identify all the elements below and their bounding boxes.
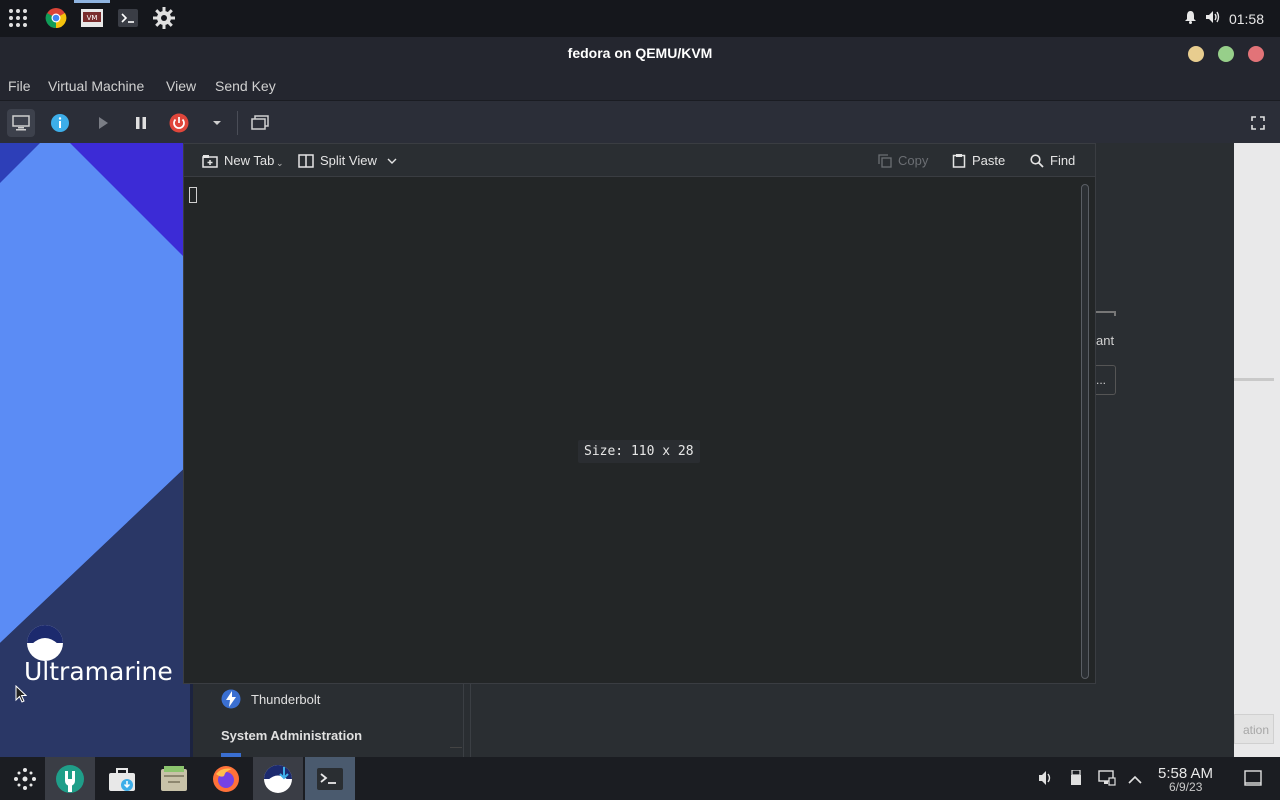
- minimize-button[interactable]: [1188, 46, 1204, 62]
- firefox-icon: [213, 765, 239, 792]
- sidebar-border-2: [470, 673, 471, 757]
- brand-wordmark: Ultramarine: [24, 657, 173, 686]
- konsole-window[interactable]: New Tab ⌄ Split View Copy Paste Find Siz…: [183, 143, 1096, 684]
- toolbar-separator: [237, 111, 238, 135]
- system-settings-icon: [56, 764, 84, 793]
- thunderbolt-icon: [221, 689, 241, 714]
- guest-taskbar: 5:58 AM 6/9/23: [0, 757, 1280, 800]
- pause-button[interactable]: [127, 109, 155, 137]
- maximize-button[interactable]: [1218, 46, 1234, 62]
- app-grid-icon[interactable]: [6, 6, 30, 30]
- settings-window-edge: [1234, 143, 1280, 757]
- snapshots-button[interactable]: [246, 109, 274, 137]
- window-title: fedora on QEMU/KVM: [567, 45, 713, 61]
- menu-send-key[interactable]: Send Key: [215, 78, 276, 94]
- find-label: Find: [1050, 153, 1076, 168]
- new-tab-icon: [202, 154, 218, 168]
- new-tab-button[interactable]: New Tab: [202, 153, 274, 168]
- terminal-cursor: [189, 187, 197, 203]
- vm-menubar: File Virtual Machine View Send Key: [0, 71, 1280, 100]
- menu-virtual-machine[interactable]: Virtual Machine: [48, 78, 144, 94]
- paste-icon: [952, 154, 966, 168]
- svg-text:VM: VM: [87, 14, 98, 22]
- app-launcher-icon[interactable]: [0, 757, 50, 800]
- copy-label: Copy: [898, 153, 929, 168]
- firefox-app[interactable]: [201, 757, 251, 800]
- terminal-icon[interactable]: [116, 6, 140, 30]
- guest-display[interactable]: Ultramarine ant ... ation Thunderbolt Sy…: [0, 143, 1280, 800]
- volume-icon[interactable]: [1205, 10, 1221, 27]
- new-tab-label: New Tab: [224, 153, 275, 168]
- new-tab-dropdown-icon[interactable]: ⌄: [276, 158, 284, 169]
- active-app-indicator: [74, 0, 110, 3]
- installer-icon: [264, 764, 292, 793]
- split-view-button[interactable]: Split View: [298, 153, 397, 168]
- copy-icon: [878, 153, 892, 168]
- device-notifier-icon[interactable]: [1070, 769, 1082, 791]
- copy-button[interactable]: Copy: [878, 153, 928, 168]
- menu-view[interactable]: View: [166, 78, 196, 94]
- vm-window-titlebar[interactable]: fedora on QEMU/KVM: [0, 37, 1280, 71]
- details-info-button[interactable]: [46, 109, 74, 137]
- taskbar-clock-date[interactable]: 6/9/23: [1169, 780, 1202, 794]
- menu-file[interactable]: File: [8, 78, 31, 94]
- section-divider: [450, 747, 462, 748]
- konsole-app[interactable]: [305, 757, 355, 800]
- find-button[interactable]: Find: [1030, 153, 1075, 168]
- search-icon: [1030, 153, 1044, 168]
- close-button[interactable]: [1248, 46, 1264, 62]
- mouse-pointer-icon: [15, 685, 27, 703]
- settings-icon[interactable]: [152, 6, 176, 30]
- partial-slider: [1234, 378, 1274, 381]
- chrome-icon[interactable]: [44, 6, 68, 30]
- system-settings-app[interactable]: [45, 757, 95, 800]
- paste-button[interactable]: Paste: [952, 153, 1005, 168]
- power-menu-dropdown[interactable]: [203, 109, 231, 137]
- discover-icon: [109, 767, 135, 791]
- host-top-panel: VM 01:58: [0, 0, 1280, 37]
- discover-app[interactable]: [97, 757, 147, 800]
- host-status-area: 01:58: [1184, 0, 1264, 37]
- run-button[interactable]: [89, 109, 117, 137]
- power-button[interactable]: [165, 109, 193, 137]
- vm-toolbar: [0, 100, 1280, 143]
- terminal-size-tooltip: Size: 110 x 28: [578, 440, 700, 463]
- sidebar-item-thunderbolt[interactable]: Thunderbolt: [251, 692, 320, 707]
- partial-right-button[interactable]: ation: [1234, 714, 1274, 744]
- host-clock[interactable]: 01:58: [1229, 11, 1264, 27]
- chevron-down-icon: [387, 158, 397, 164]
- konsole-toolbar: New Tab ⌄ Split View Copy Paste Find: [184, 144, 1095, 177]
- bell-icon[interactable]: [1184, 10, 1197, 27]
- virt-manager-icon[interactable]: VM: [80, 6, 104, 30]
- terminal-area[interactable]: Size: 110 x 28: [184, 177, 1074, 683]
- volume-icon[interactable]: [1038, 770, 1054, 791]
- konsole-icon: [317, 767, 343, 790]
- console-view-button[interactable]: [7, 109, 35, 137]
- folder-icon: [161, 765, 187, 791]
- chevron-up-icon[interactable]: [1128, 772, 1142, 790]
- installer-app[interactable]: [253, 757, 303, 800]
- section-system-administration: System Administration: [221, 728, 363, 743]
- files-app[interactable]: [149, 757, 199, 800]
- split-view-icon: [298, 153, 314, 168]
- show-desktop-icon[interactable]: [1244, 770, 1262, 791]
- sidebar-border: [463, 673, 464, 757]
- partial-label: ant: [1096, 333, 1115, 348]
- split-view-label: Split View: [320, 153, 377, 168]
- fullscreen-button[interactable]: [1244, 109, 1272, 137]
- partial-slider-handle: [1096, 311, 1116, 316]
- terminal-scrollbar[interactable]: [1081, 184, 1089, 679]
- network-icon[interactable]: [1098, 770, 1116, 791]
- settings-sidebar: Thunderbolt System Administration: [210, 673, 472, 757]
- paste-label: Paste: [972, 153, 1006, 168]
